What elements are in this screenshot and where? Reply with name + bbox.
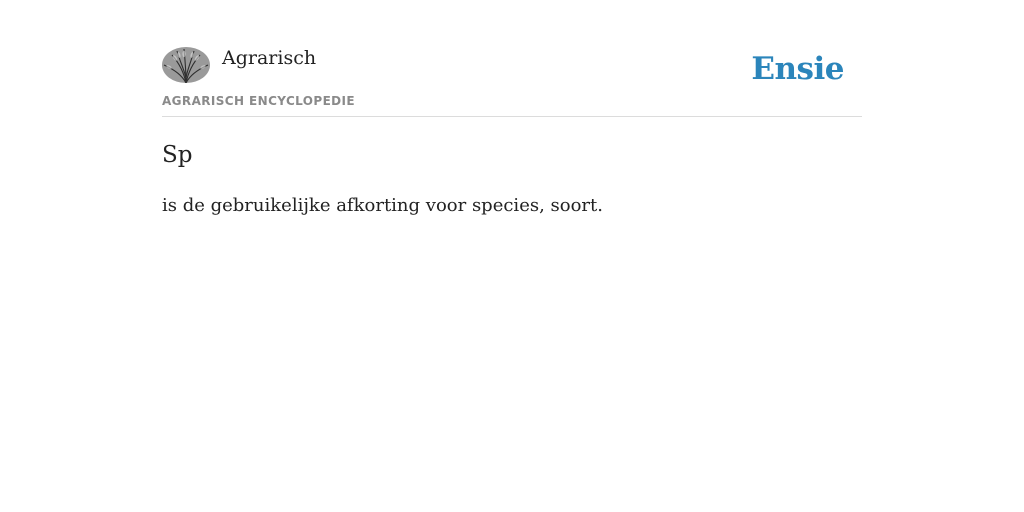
site-header: Agrarisch AGRARISCH ENCYCLOPEDIE Ensie: [162, 44, 862, 117]
ensie-brand-link[interactable]: Ensie: [751, 51, 844, 87]
site-name-link[interactable]: Agrarisch: [222, 46, 316, 70]
wheat-plant-logo-icon: [162, 47, 210, 83]
encyclopedia-logo-link[interactable]: [162, 47, 210, 83]
entry-title: Sp: [162, 142, 193, 168]
page: Agrarisch AGRARISCH ENCYCLOPEDIE Ensie S…: [0, 0, 1024, 512]
encyclopedia-subtitle: AGRARISCH ENCYCLOPEDIE: [162, 94, 355, 108]
entry-definition: is de gebruikelijke afkorting voor speci…: [162, 195, 603, 216]
